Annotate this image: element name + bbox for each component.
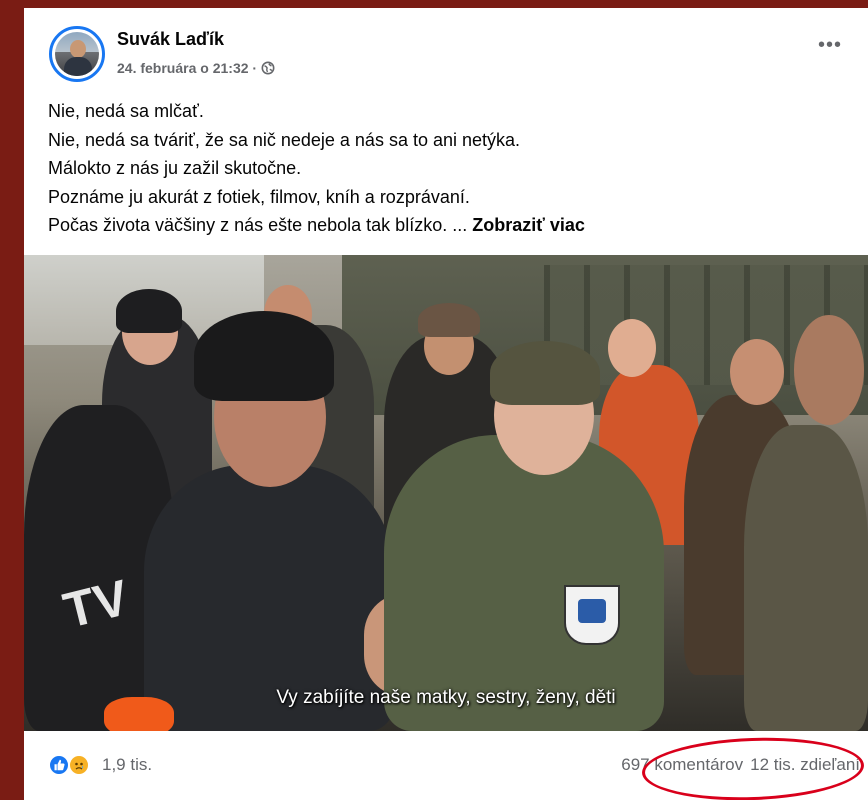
post-text-last: Počas života väčšiny z nás ešte nebola t…: [48, 215, 473, 235]
post-text-line: Poznáme ju akurát z fotiek, filmov, kníh…: [48, 186, 470, 207]
more-options-button[interactable]: •••: [818, 35, 842, 55]
reactions-summary[interactable]: 1,9 tis.: [48, 754, 152, 776]
reaction-count: 1,9 tis.: [102, 755, 153, 774]
like-icon: [48, 754, 70, 776]
video-subtitle: Vy zabíjíte naše matky, sestry, ženy, dě…: [276, 687, 616, 708]
post-header: Suvák Laďík 24. februára o 21:32 · •••: [24, 8, 868, 90]
author-name[interactable]: Suvák Laďík: [117, 29, 224, 50]
globe-icon: [261, 61, 275, 75]
sad-icon: [68, 754, 90, 776]
post-text: Nie, nedá sa mlčať. Nie, nedá sa tváriť,…: [48, 97, 848, 240]
avatar[interactable]: [49, 26, 105, 82]
post-text-line: Počas života väčšiny z nás ešte nebola t…: [48, 211, 848, 240]
post-text-line: Nie, nedá sa mlčať.: [48, 101, 204, 121]
video-player[interactable]: TV Vy zabíjíte naše matky, sestry, ženy,…: [24, 255, 868, 731]
avatar-image: [55, 32, 99, 76]
red-highlight-ellipse: [640, 734, 866, 800]
post-date[interactable]: 24. februára o 21:32 ·: [117, 60, 257, 76]
post-card: Suvák Laďík 24. februára o 21:32 · ••• N…: [24, 8, 868, 800]
see-more-link[interactable]: Zobraziť viac: [472, 215, 585, 235]
post-text-line: Nie, nedá sa tváriť, že sa nič nedeje a …: [48, 129, 521, 150]
post-text-line: Málokto z nás ju zažil skutočne.: [48, 158, 302, 178]
post-meta: 24. februára o 21:32 ·: [117, 60, 275, 76]
